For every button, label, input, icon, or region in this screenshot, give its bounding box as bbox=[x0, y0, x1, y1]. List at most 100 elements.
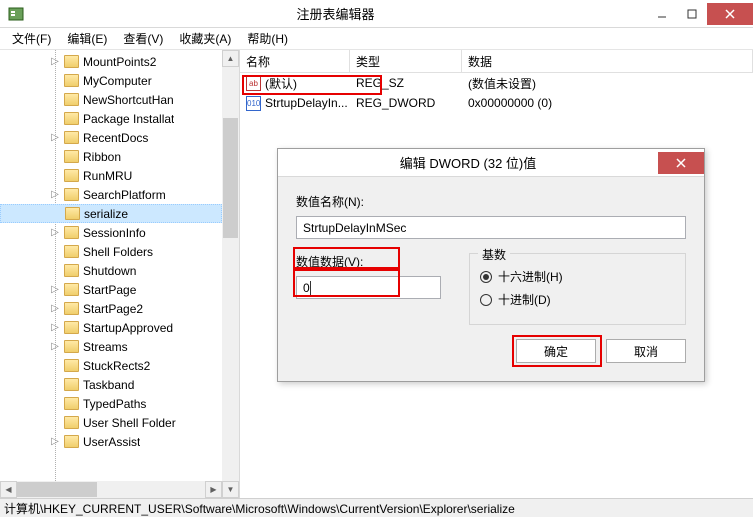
tree-item[interactable]: ▷ SessionInfo bbox=[0, 223, 222, 242]
tree-item[interactable]: Ribbon bbox=[0, 147, 222, 166]
scroll-thumb[interactable] bbox=[223, 118, 238, 238]
close-icon bbox=[676, 158, 686, 168]
value-data-input[interactable]: 0 bbox=[296, 276, 441, 299]
scroll-up-icon[interactable]: ▲ bbox=[222, 50, 239, 67]
folder-icon bbox=[64, 245, 79, 258]
tree-item[interactable]: Package Installat bbox=[0, 109, 222, 128]
folder-icon bbox=[64, 264, 79, 277]
dialog-title: 编辑 DWORD (32 位)值 bbox=[278, 153, 658, 172]
tree-label: StartPage bbox=[83, 283, 136, 297]
folder-icon bbox=[64, 226, 79, 239]
tree-item[interactable]: ▷SearchPlatform bbox=[0, 185, 222, 204]
cancel-button[interactable]: 取消 bbox=[606, 339, 686, 363]
list-row[interactable]: ab(默认)REG_SZ(数值未设置) bbox=[240, 73, 753, 93]
tree-label: Shutdown bbox=[83, 264, 136, 278]
scroll-thumb-h[interactable] bbox=[17, 482, 97, 497]
tree-item[interactable]: ▷ RecentDocs bbox=[0, 128, 222, 147]
menu-file[interactable]: 文件(F) bbox=[4, 28, 59, 49]
tree-item[interactable]: StuckRects2 bbox=[0, 356, 222, 375]
scroll-right-icon[interactable]: ▶ bbox=[205, 481, 222, 498]
tree-label: User Shell Folder bbox=[83, 416, 176, 430]
tree-item[interactable]: User Shell Folder bbox=[0, 413, 222, 432]
menu-view[interactable]: 查看(V) bbox=[115, 28, 171, 49]
col-name[interactable]: 名称 bbox=[240, 50, 350, 72]
tree-item[interactable]: Shutdown bbox=[0, 261, 222, 280]
expand-icon[interactable]: ▷ bbox=[50, 323, 60, 333]
tree-label: NewShortcutHan bbox=[83, 93, 174, 107]
statusbar: 计算机\HKEY_CURRENT_USER\Software\Microsoft… bbox=[0, 498, 753, 517]
expand-icon[interactable]: ▷ bbox=[50, 342, 60, 352]
base-fieldset: 基数 十六进制(H) 十进制(D) bbox=[469, 253, 686, 325]
folder-icon bbox=[64, 359, 79, 372]
tree-hscrollbar[interactable]: ◀ ▶ bbox=[0, 481, 222, 498]
folder-icon bbox=[64, 93, 79, 106]
leaf-icon bbox=[50, 152, 60, 162]
radio-dec[interactable]: 十进制(D) bbox=[480, 291, 675, 308]
radio-hex-label: 十六进制(H) bbox=[498, 268, 563, 285]
folder-icon bbox=[64, 378, 79, 391]
expand-icon[interactable]: ▷ bbox=[50, 304, 60, 314]
list-row[interactable]: 010StrtupDelayIn...REG_DWORD0x00000000 (… bbox=[240, 93, 753, 113]
menu-favorites[interactable]: 收藏夹(A) bbox=[171, 28, 239, 49]
window-buttons bbox=[647, 3, 753, 25]
menu-edit[interactable]: 编辑(E) bbox=[59, 28, 115, 49]
expand-icon[interactable]: ▷ bbox=[50, 57, 60, 67]
expand-icon[interactable]: ▷ bbox=[50, 190, 60, 200]
window-title: 注册表编辑器 bbox=[24, 4, 647, 23]
dialog-edit-dword: 编辑 DWORD (32 位)值 数值名称(N): 数值数据(V): 0 基数 bbox=[277, 148, 705, 382]
scroll-down-icon[interactable]: ▼ bbox=[222, 481, 239, 498]
expand-icon[interactable]: ▷ bbox=[50, 133, 60, 143]
dialog-titlebar[interactable]: 编辑 DWORD (32 位)值 bbox=[278, 149, 704, 177]
value-icon: 010 bbox=[246, 96, 261, 111]
tree-item[interactable]: serialize bbox=[0, 204, 222, 223]
tree-label: StartupApproved bbox=[83, 321, 173, 335]
leaf-icon bbox=[50, 247, 60, 257]
folder-icon bbox=[64, 74, 79, 87]
tree-label: RunMRU bbox=[83, 169, 132, 183]
tree-label: Streams bbox=[83, 340, 128, 354]
tree-label: RecentDocs bbox=[83, 131, 148, 145]
tree-item[interactable]: MyComputer bbox=[0, 71, 222, 90]
expand-icon[interactable]: ▷ bbox=[50, 285, 60, 295]
tree-item[interactable]: ▷StartPage2 bbox=[0, 299, 222, 318]
tree-label: UserAssist bbox=[83, 435, 140, 449]
tree-item[interactable]: TypedPaths bbox=[0, 394, 222, 413]
tree-item[interactable]: Shell Folders bbox=[0, 242, 222, 261]
value-type: REG_DWORD bbox=[350, 95, 462, 111]
folder-icon bbox=[64, 321, 79, 334]
tree-item[interactable]: NewShortcutHan bbox=[0, 90, 222, 109]
tree-item[interactable]: RunMRU bbox=[0, 166, 222, 185]
value-icon: ab bbox=[246, 76, 261, 91]
leaf-icon bbox=[50, 418, 60, 428]
tree-item[interactable]: ▷ UserAssist bbox=[0, 432, 222, 451]
tree-item[interactable]: ▷ Streams bbox=[0, 337, 222, 356]
tree-label: Shell Folders bbox=[83, 245, 153, 259]
ok-button[interactable]: 确定 bbox=[516, 339, 596, 363]
col-data[interactable]: 数据 bbox=[462, 50, 753, 72]
maximize-button[interactable] bbox=[677, 3, 707, 25]
tree-label: SessionInfo bbox=[83, 226, 146, 240]
tree-panel: ▷MountPoints2MyComputer NewShortcutHan Pac… bbox=[0, 50, 240, 498]
tree-item[interactable]: Taskband bbox=[0, 375, 222, 394]
close-button[interactable] bbox=[707, 3, 753, 25]
leaf-icon bbox=[50, 114, 60, 124]
col-type[interactable]: 类型 bbox=[350, 50, 462, 72]
dialog-close-button[interactable] bbox=[658, 152, 704, 174]
tree-item[interactable]: ▷MountPoints2 bbox=[0, 52, 222, 71]
scroll-left-icon[interactable]: ◀ bbox=[0, 481, 17, 498]
value-data: (数值未设置) bbox=[462, 74, 753, 93]
expand-icon[interactable]: ▷ bbox=[50, 228, 60, 238]
tree-vscrollbar[interactable]: ▲ ▼ bbox=[222, 50, 239, 498]
value-name-input[interactable] bbox=[296, 216, 686, 239]
tree-item[interactable]: ▷ StartupApproved bbox=[0, 318, 222, 337]
menu-help[interactable]: 帮助(H) bbox=[239, 28, 296, 49]
menubar: 文件(F) 编辑(E) 查看(V) 收藏夹(A) 帮助(H) bbox=[0, 28, 753, 50]
radio-hex[interactable]: 十六进制(H) bbox=[480, 268, 675, 285]
expand-icon[interactable]: ▷ bbox=[50, 437, 60, 447]
tree-item[interactable]: ▷ StartPage bbox=[0, 280, 222, 299]
folder-icon bbox=[64, 302, 79, 315]
folder-icon bbox=[65, 207, 80, 220]
base-legend: 基数 bbox=[478, 246, 510, 263]
minimize-button[interactable] bbox=[647, 3, 677, 25]
leaf-icon bbox=[50, 399, 60, 409]
